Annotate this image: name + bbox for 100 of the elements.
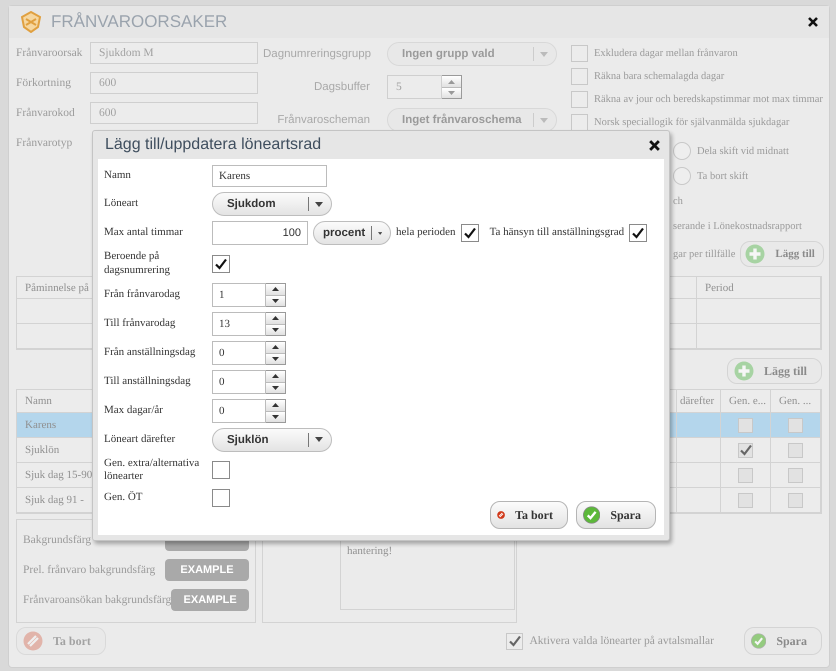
save-button[interactable]: Spara bbox=[744, 627, 822, 655]
field-label: Gen. extra/alternativa lönearter bbox=[104, 456, 200, 484]
checkbox[interactable] bbox=[738, 492, 753, 508]
arrow-up-icon bbox=[272, 287, 279, 291]
checkbox[interactable] bbox=[738, 418, 753, 432]
number-field[interactable]: 0 bbox=[212, 398, 266, 422]
plus-icon bbox=[734, 361, 754, 381]
group-select[interactable]: Ingen grupp vald bbox=[387, 42, 557, 66]
checkbox[interactable] bbox=[738, 468, 753, 482]
checkbox[interactable] bbox=[788, 418, 803, 432]
spin-up-button[interactable] bbox=[266, 284, 285, 294]
spin-down-button[interactable] bbox=[266, 352, 285, 364]
unit-select[interactable]: procent bbox=[313, 221, 391, 245]
spin-up-button[interactable] bbox=[266, 312, 285, 324]
option-label: Ta bort skift bbox=[697, 170, 748, 182]
wage-type-select[interactable]: Sjukdom bbox=[212, 192, 332, 216]
number-field[interactable]: 13 bbox=[212, 312, 266, 336]
column-header: Period bbox=[697, 277, 821, 299]
checkbox[interactable] bbox=[788, 442, 803, 458]
field-label: Löneart därefter bbox=[104, 432, 176, 446]
checkbox[interactable] bbox=[571, 114, 588, 130]
number-field[interactable]: 0 bbox=[212, 340, 266, 364]
number-field[interactable]: 0 bbox=[212, 370, 266, 394]
field-label: Beroende på dagsnumrering bbox=[104, 250, 171, 278]
field-label: Frånvarokod bbox=[16, 107, 76, 119]
option-label: serande i Lönekostnadsrapport bbox=[673, 220, 802, 232]
close-icon[interactable] bbox=[648, 138, 661, 152]
spin-down-button[interactable] bbox=[266, 324, 285, 334]
checkbox[interactable] bbox=[571, 68, 588, 84]
field-label: Till anställningsdag bbox=[104, 374, 192, 388]
add-button[interactable]: Lägg till bbox=[740, 241, 824, 267]
number-field[interactable]: 5 bbox=[387, 75, 442, 99]
field-label: Till frånvarodag bbox=[104, 316, 176, 330]
wage-type-select[interactable]: Sjuklön bbox=[212, 428, 332, 452]
spin-up-button[interactable] bbox=[266, 342, 285, 352]
check-icon bbox=[508, 635, 521, 647]
arrow-down-icon bbox=[272, 328, 279, 332]
delete-button[interactable]: Ta bort bbox=[490, 501, 568, 529]
caret-icon bbox=[378, 230, 382, 236]
color-label: Frånvaroansökan bakgrundsfärg bbox=[23, 594, 172, 606]
arrow-up-icon bbox=[272, 374, 279, 378]
color-sample[interactable]: EXAMPLE bbox=[171, 589, 249, 611]
checkbox[interactable] bbox=[212, 489, 230, 507]
text-field[interactable]: 600 bbox=[90, 72, 258, 94]
text-field[interactable]: Sjukdom M bbox=[90, 42, 258, 64]
option-label: Ta hänsyn till anställningsgrad bbox=[490, 226, 624, 240]
check-icon bbox=[740, 444, 752, 456]
badge-icon bbox=[19, 11, 43, 33]
field-label: Max antal timmar bbox=[104, 226, 184, 240]
arrow-down-icon bbox=[272, 356, 279, 360]
option-label: ch bbox=[673, 196, 683, 206]
caret-icon bbox=[540, 118, 548, 122]
group-select[interactable]: Inget frånvaroschema bbox=[387, 108, 557, 132]
text-field[interactable]: 600 bbox=[90, 102, 258, 124]
checkbox[interactable] bbox=[738, 442, 753, 458]
option-label: Exkludera dagar mellan frånvaron bbox=[594, 48, 738, 58]
spin-down-button[interactable] bbox=[266, 382, 285, 392]
spin-down-button[interactable] bbox=[266, 294, 285, 306]
checkbox[interactable] bbox=[571, 44, 588, 62]
check-icon bbox=[215, 258, 227, 270]
dialog-title: Lägg till/uppdatera löneartsrad bbox=[105, 136, 322, 154]
save-button[interactable]: Spara bbox=[576, 501, 656, 529]
spin-up-button[interactable] bbox=[266, 400, 285, 410]
no-entry-icon bbox=[23, 631, 43, 651]
close-icon[interactable] bbox=[807, 16, 819, 28]
arrow-up-icon bbox=[448, 80, 455, 84]
caret-icon bbox=[540, 52, 548, 56]
checkbox[interactable] bbox=[788, 492, 803, 508]
checkmark-icon bbox=[583, 504, 600, 526]
option-label: Räkna av jour och beredskapstimmar mot max timmar bbox=[594, 94, 823, 104]
color-sample[interactable]: EXAMPLE bbox=[165, 559, 249, 581]
spin-up-button[interactable] bbox=[266, 370, 285, 382]
add-button[interactable]: Lägg till bbox=[726, 358, 822, 384]
field-label: Från frånvarodag bbox=[104, 288, 182, 302]
field-label: Gen. ÖT bbox=[104, 491, 144, 505]
option-label: Aktivera valda lönearter på avtalsmallar bbox=[529, 635, 714, 647]
arrow-up-icon bbox=[272, 403, 279, 407]
checkbox[interactable] bbox=[212, 254, 230, 273]
spin-down-button[interactable] bbox=[266, 410, 285, 422]
hours-field[interactable]: 100 bbox=[212, 221, 308, 245]
checkbox[interactable] bbox=[460, 224, 479, 242]
field-label: Löneart bbox=[104, 197, 140, 211]
caret-icon bbox=[315, 202, 323, 206]
radio-button[interactable] bbox=[673, 167, 691, 185]
radio-button[interactable] bbox=[673, 142, 691, 160]
checkbox[interactable] bbox=[788, 468, 803, 482]
checkbox[interactable] bbox=[212, 461, 230, 480]
checkbox[interactable] bbox=[571, 90, 588, 108]
option-label: Räkna bara schemalagda dagar bbox=[594, 70, 724, 82]
color-label: Prel. frånvaro bakgrundsfärg bbox=[23, 564, 156, 576]
plus-icon bbox=[745, 244, 766, 264]
field-label: Frånvaroorsak bbox=[16, 47, 82, 59]
arrow-down-icon bbox=[448, 91, 455, 95]
field-label: Dagnumreringsgrupp bbox=[263, 48, 370, 60]
checkbox[interactable] bbox=[506, 632, 524, 650]
field-label: Förkortning bbox=[16, 77, 72, 89]
name-field[interactable]: Karens bbox=[212, 165, 327, 187]
checkbox[interactable] bbox=[629, 224, 648, 242]
field-label: Namn bbox=[104, 169, 132, 183]
number-field[interactable]: 1 bbox=[212, 282, 266, 306]
